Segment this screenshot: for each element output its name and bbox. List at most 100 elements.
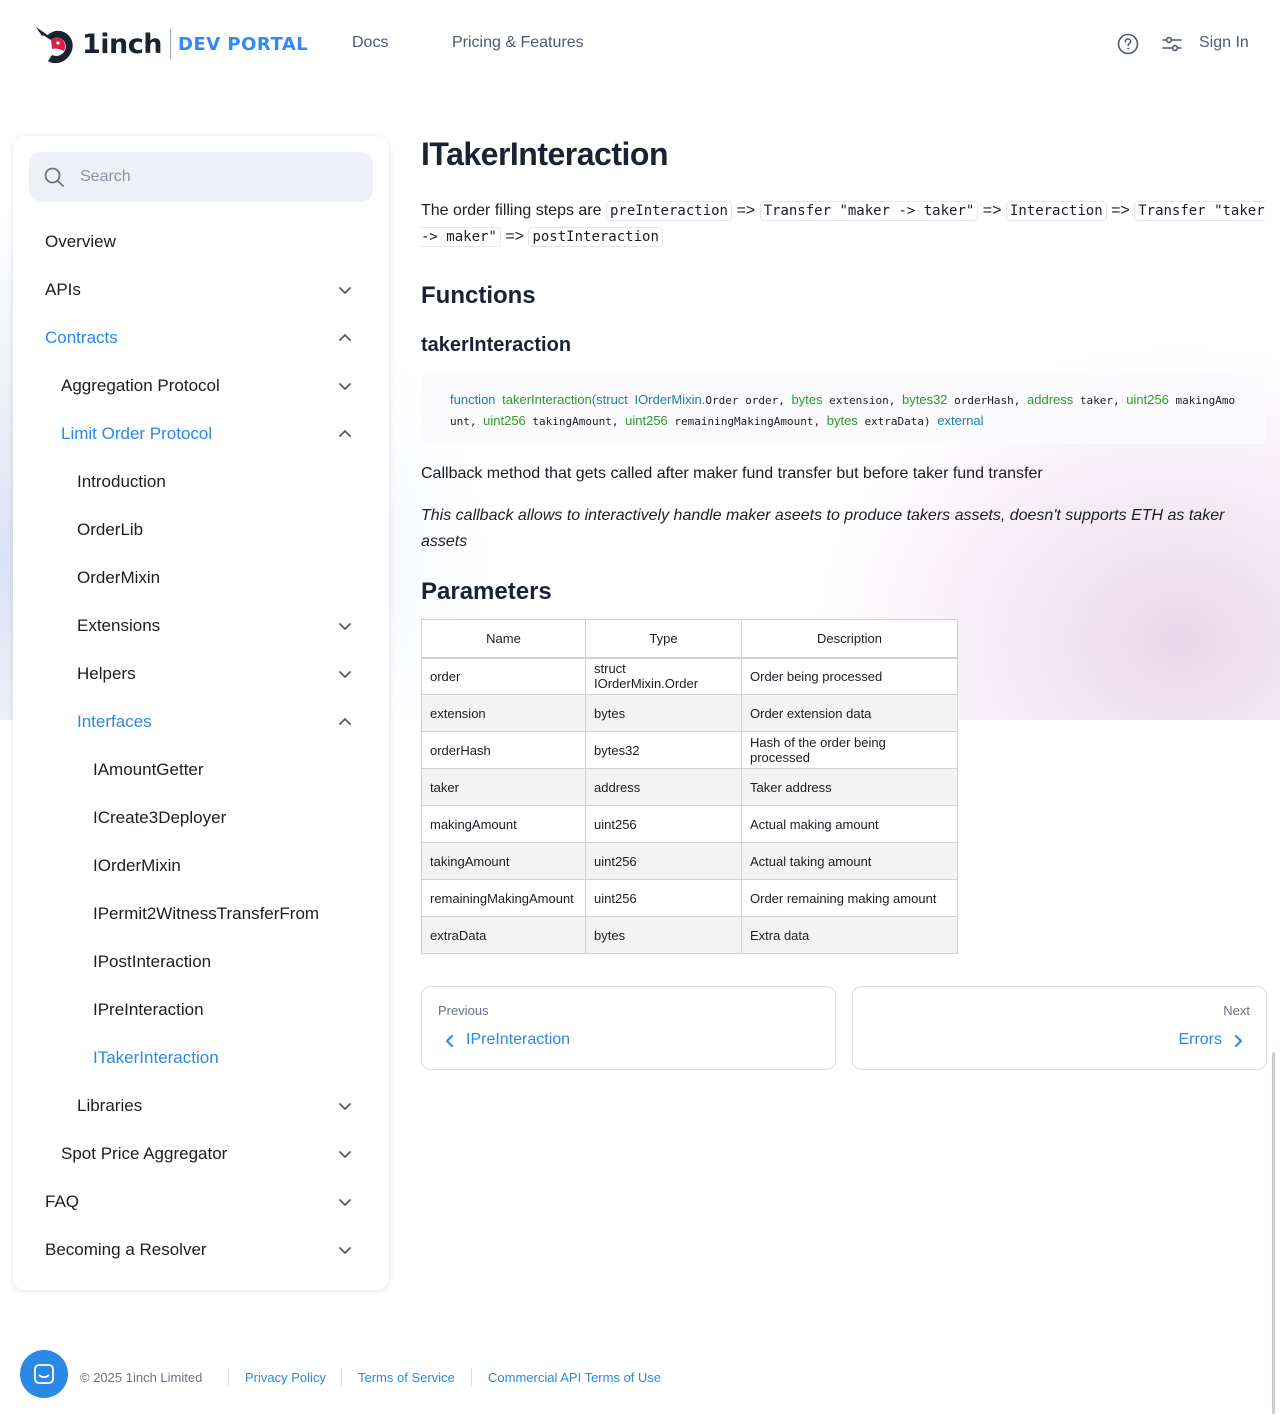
sidebar-item-libraries[interactable]: Libraries <box>13 1082 389 1130</box>
sidebar-item-label: ICreate3Deployer <box>93 808 227 827</box>
sidebar-item-label: Interfaces <box>77 712 152 731</box>
unicorn-logo-icon <box>36 27 73 64</box>
parameters-heading: Parameters <box>421 578 552 605</box>
sidebar-item-label: Introduction <box>77 472 166 491</box>
param-name-cell: order <box>421 657 586 695</box>
step-code: Transfer "maker -> taker" <box>759 201 979 221</box>
sidebar-item-limit-order-protocol[interactable]: Limit Order Protocol <box>13 410 389 458</box>
footer-divider <box>471 1368 472 1386</box>
param-type-cell: bytes32 <box>585 731 742 769</box>
chevron-down-icon[interactable] <box>337 1146 353 1162</box>
sidebar-item-overview[interactable]: Overview <box>13 218 389 266</box>
search-input[interactable]: Search <box>29 152 373 202</box>
code-text: takingAmount, <box>532 415 626 428</box>
code-type: bytes <box>826 413 858 428</box>
sidebar-item-orderlib[interactable]: OrderLib <box>13 506 389 554</box>
nav-docs[interactable]: Docs <box>352 34 388 52</box>
sidebar-item-label: IPreInteraction <box>93 1000 204 1019</box>
function-signature-code[interactable]: function takerInteraction(struct IOrderM… <box>421 374 1266 444</box>
code-text: Order order, <box>705 394 792 407</box>
sidebar-item-introduction[interactable]: Introduction <box>13 458 389 506</box>
functions-heading: Functions <box>421 282 536 309</box>
param-description-cell: Hash of the order being processed <box>741 731 958 769</box>
step-code: postInteraction <box>528 227 663 247</box>
previous-caption: Previous <box>438 1003 489 1018</box>
sidebar-item-ipermit2witnesstransferfrom[interactable]: IPermit2WitnessTransferFrom <box>13 890 389 938</box>
param-description-cell: Extra data <box>741 916 958 954</box>
sidebar-item-faq[interactable]: FAQ <box>13 1178 389 1226</box>
footer-copyright: © 2025 1inch Limited <box>80 1370 203 1385</box>
chat-icon <box>34 1364 54 1384</box>
nav-pricing[interactable]: Pricing & Features <box>452 34 584 52</box>
footer-privacy-link[interactable]: Privacy Policy <box>245 1370 326 1385</box>
code-class: IOrderMixin. <box>634 392 706 407</box>
sidebar-item-ipostinteraction[interactable]: IPostInteraction <box>13 938 389 986</box>
table-row: remainingMakingAmount uint256 Order remain… <box>421 879 958 917</box>
previous-page-button[interactable]: Previous IPreInteraction <box>421 986 836 1070</box>
sidebar-item-itakerinteraction[interactable]: ITakerInteraction <box>13 1034 389 1082</box>
chevron-down-icon[interactable] <box>337 378 353 394</box>
code-text: extension, <box>829 394 902 407</box>
sidebar-item-ordermixin[interactable]: OrderMixin <box>13 554 389 602</box>
table-row: order struct IOrderMixin.Order Order being… <box>421 657 958 695</box>
column-header-type: Type <box>585 619 742 659</box>
chevron-down-icon[interactable] <box>337 282 353 298</box>
chevron-up-icon[interactable] <box>337 714 353 730</box>
search-icon <box>44 167 64 187</box>
footer-commercial-terms-link[interactable]: Commercial API Terms of Use <box>488 1370 661 1385</box>
sidebar-item-iordermixin[interactable]: IOrderMixin <box>13 842 389 890</box>
sidebar-item-helpers[interactable]: Helpers <box>13 650 389 698</box>
sidebar-item-aggregation-protocol[interactable]: Aggregation Protocol <box>13 362 389 410</box>
sidebar-item-label: Limit Order Protocol <box>61 424 213 443</box>
footer-terms-link[interactable]: Terms of Service <box>358 1370 455 1385</box>
chevron-down-icon[interactable] <box>337 618 353 634</box>
sidebar-item-label: APIs <box>45 280 81 299</box>
sidebar-item-extensions[interactable]: Extensions <box>13 602 389 650</box>
next-caption: Next <box>1223 1003 1250 1018</box>
sidebar-item-label: ITakerInteraction <box>93 1048 219 1067</box>
page-title: ITakerInteraction <box>421 136 668 172</box>
param-type-cell: struct IOrderMixin.Order <box>585 657 742 695</box>
table-row: makingAmount uint256 Actual making amount <box>421 805 958 843</box>
param-type-cell: uint256 <box>585 879 742 917</box>
sliders-icon[interactable] <box>1160 32 1184 56</box>
sidebar-item-iamountgetter[interactable]: IAmountGetter <box>13 746 389 794</box>
function-description: Callback method that gets called after m… <box>421 465 1043 482</box>
sidebar-item-interfaces[interactable]: Interfaces <box>13 698 389 746</box>
page-scrollbar[interactable] <box>1272 1052 1275 1414</box>
sidebar-item-contracts[interactable]: Contracts <box>13 314 389 362</box>
previous-page-label: IPreInteraction <box>466 1031 571 1048</box>
logo[interactable]: 1inch DEV PORTAL <box>32 20 308 68</box>
param-description-cell: Taker address <box>741 768 958 806</box>
step-code: preInteraction <box>605 201 732 221</box>
chevron-down-icon[interactable] <box>337 1242 353 1258</box>
intro-prefix: The order filling steps are <box>421 202 602 219</box>
sidebar-item-label: Libraries <box>77 1096 143 1115</box>
sidebar-item-ipreinteraction[interactable]: IPreInteraction <box>13 986 389 1034</box>
top-header: 1inch DEV PORTAL Docs Pricing & Features… <box>0 0 1280 88</box>
chevron-up-icon[interactable] <box>337 330 353 346</box>
code-function-name: takerInteraction <box>502 392 592 407</box>
sidebar-item-label: IOrderMixin <box>93 856 181 875</box>
chat-support-button[interactable] <box>20 1350 68 1398</box>
chevron-down-icon[interactable] <box>337 1098 353 1114</box>
sign-in-link[interactable]: Sign In <box>1199 34 1249 52</box>
param-name-cell: taker <box>421 768 586 806</box>
chevron-up-icon[interactable] <box>337 426 353 442</box>
chevron-down-icon[interactable] <box>337 1194 353 1210</box>
code-keyword: external <box>937 413 984 428</box>
sidebar-item-apis[interactable]: APIs <box>13 266 389 314</box>
param-type-cell: bytes <box>585 694 742 732</box>
table-header-row: Name Type Description <box>421 619 958 659</box>
sidebar-item-icreate3deployer[interactable]: ICreate3Deployer <box>13 794 389 842</box>
code-text: taker, <box>1079 394 1127 407</box>
sidebar-item-becoming-a-resolver[interactable]: Becoming a Resolver <box>13 1226 389 1274</box>
next-page-button[interactable]: Next Errors <box>852 986 1267 1070</box>
intro-paragraph: The order filling steps are preInteracti… <box>421 198 1266 250</box>
sidebar-item-spot-price-aggregator[interactable]: Spot Price Aggregator <box>13 1130 389 1178</box>
next-page-label: Errors <box>1178 1031 1222 1048</box>
param-type-cell: uint256 <box>585 842 742 880</box>
chevron-down-icon[interactable] <box>337 666 353 682</box>
question-circle-icon[interactable] <box>1116 32 1140 56</box>
sidebar-item-label: Aggregation Protocol <box>61 376 220 395</box>
